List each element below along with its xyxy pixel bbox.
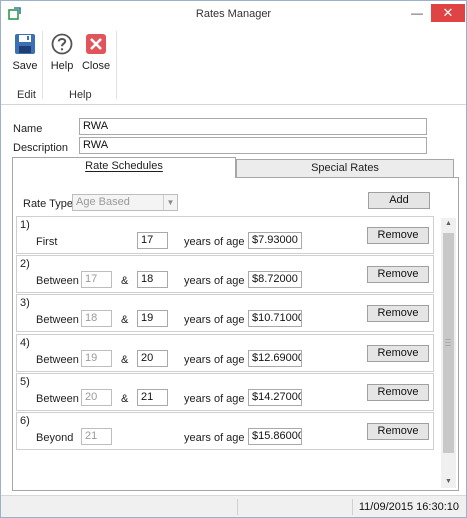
- chevron-down-icon: ▼: [163, 195, 177, 210]
- ribbon: Save Help Close Edit Help: [1, 27, 466, 105]
- remove-button[interactable]: Remove: [367, 345, 429, 362]
- grip-icon: — — —: [445, 337, 451, 349]
- age-from-field: 17: [81, 271, 112, 288]
- row-kind: Between: [36, 393, 79, 405]
- rate-field[interactable]: $14.27000: [248, 389, 302, 406]
- tab-special-rates[interactable]: Special Rates: [236, 159, 454, 178]
- row-kind: Beyond: [36, 432, 74, 444]
- rate-field[interactable]: $10.71000: [248, 310, 302, 327]
- rate-field[interactable]: $7.93000: [248, 232, 302, 249]
- tab-special-rates-label: Special Rates: [311, 162, 379, 174]
- rate-field[interactable]: $15.86000: [248, 428, 302, 445]
- ampersand: &: [121, 275, 129, 287]
- status-divider: [237, 499, 238, 515]
- scroll-up-icon[interactable]: ▲: [441, 218, 456, 230]
- years-of-age-label: years of age: [184, 354, 245, 366]
- age-from-field: 21: [81, 428, 112, 445]
- years-of-age-label: years of age: [184, 432, 245, 444]
- close-button[interactable]: Close: [78, 33, 114, 75]
- row-number: 3): [20, 297, 30, 309]
- help-icon: [51, 33, 73, 55]
- ribbon-group-help: Help: [69, 89, 92, 101]
- status-datetime: 11/09/2015 16:30:10: [358, 501, 459, 513]
- age-to-field[interactable]: 21: [137, 389, 168, 406]
- row-kind: Between: [36, 354, 79, 366]
- ampersand: &: [121, 393, 129, 405]
- name-field[interactable]: RWA: [79, 118, 427, 135]
- age-to-field[interactable]: 20: [137, 350, 168, 367]
- row-kind: First: [36, 236, 58, 248]
- age-to-field[interactable]: 18: [137, 271, 168, 288]
- age-from-field: 18: [81, 310, 112, 327]
- ribbon-separator: [42, 31, 43, 99]
- ampersand: &: [121, 354, 129, 366]
- status-divider: [352, 499, 353, 515]
- remove-button[interactable]: Remove: [367, 423, 429, 440]
- window-title: Rates Manager: [195, 8, 272, 20]
- add-button[interactable]: Add: [368, 192, 430, 209]
- scrollbar-thumb[interactable]: — — —: [443, 233, 454, 453]
- rate-row: 5) Between 20 & 21 years of age $14.2700…: [16, 373, 434, 411]
- name-label: Name: [13, 123, 43, 135]
- rate-row: 3) Between 18 & 19 years of age $10.7100…: [16, 294, 434, 332]
- close-label: Close: [81, 60, 111, 72]
- age-from-field: 19: [81, 350, 112, 367]
- ampersand: &: [121, 314, 129, 326]
- save-icon: [15, 34, 35, 54]
- rate-type-select[interactable]: Age Based ▼: [72, 194, 178, 211]
- vertical-scrollbar[interactable]: ▲ — — — ▼: [441, 218, 456, 488]
- remove-button[interactable]: Remove: [367, 305, 429, 322]
- save-button[interactable]: Save: [7, 33, 43, 75]
- rate-field[interactable]: $12.69000: [248, 350, 302, 367]
- age-to-field[interactable]: 17: [137, 232, 168, 249]
- remove-button[interactable]: Remove: [367, 266, 429, 283]
- help-button[interactable]: Help: [44, 33, 80, 75]
- rates-manager-window: Rates Manager — ✕ Save Help Close Edit H…: [0, 0, 467, 518]
- tab-rate-schedules-label: Rate Schedules: [85, 160, 163, 172]
- title-bar: Rates Manager — ✕: [1, 1, 466, 27]
- ribbon-group-edit: Edit: [17, 89, 36, 101]
- row-number: 2): [20, 258, 30, 270]
- years-of-age-label: years of age: [184, 275, 245, 287]
- rate-row: 1) First 17 years of age $7.93000 Remove: [16, 216, 434, 254]
- remove-button[interactable]: Remove: [367, 384, 429, 401]
- save-label: Save: [12, 60, 38, 72]
- close-window-icon[interactable]: ✕: [431, 4, 465, 22]
- description-field[interactable]: RWA: [79, 137, 427, 154]
- status-bar: 11/09/2015 16:30:10: [1, 495, 466, 517]
- years-of-age-label: years of age: [184, 314, 245, 326]
- description-label: Description: [13, 142, 69, 154]
- rate-row: 2) Between 17 & 18 years of age $8.72000…: [16, 255, 434, 293]
- row-kind: Between: [36, 314, 79, 326]
- close-icon: [86, 34, 106, 54]
- minimize-icon[interactable]: —: [403, 4, 431, 22]
- rate-row: 6) Beyond 21 years of age $15.86000 Remo…: [16, 412, 434, 450]
- help-label: Help: [50, 60, 74, 72]
- rate-type-value: Age Based: [76, 196, 130, 208]
- rate-type-label: Rate Type: [23, 198, 73, 210]
- remove-button[interactable]: Remove: [367, 227, 429, 244]
- row-kind: Between: [36, 275, 79, 287]
- row-number: 4): [20, 337, 30, 349]
- row-number: 6): [20, 415, 30, 427]
- rate-schedules-panel: Rate Type Age Based ▼ Add 1) First 17 ye…: [12, 177, 459, 491]
- age-from-field: 20: [81, 389, 112, 406]
- rate-field[interactable]: $8.72000: [248, 271, 302, 288]
- ribbon-separator: [116, 31, 117, 99]
- rate-row: 4) Between 19 & 20 years of age $12.6900…: [16, 334, 434, 372]
- age-to-field[interactable]: 19: [137, 310, 168, 327]
- years-of-age-label: years of age: [184, 393, 245, 405]
- tab-rate-schedules[interactable]: Rate Schedules: [12, 157, 236, 178]
- scroll-down-icon[interactable]: ▼: [441, 476, 456, 488]
- row-number: 5): [20, 376, 30, 388]
- years-of-age-label: years of age: [184, 236, 245, 248]
- row-number: 1): [20, 219, 30, 231]
